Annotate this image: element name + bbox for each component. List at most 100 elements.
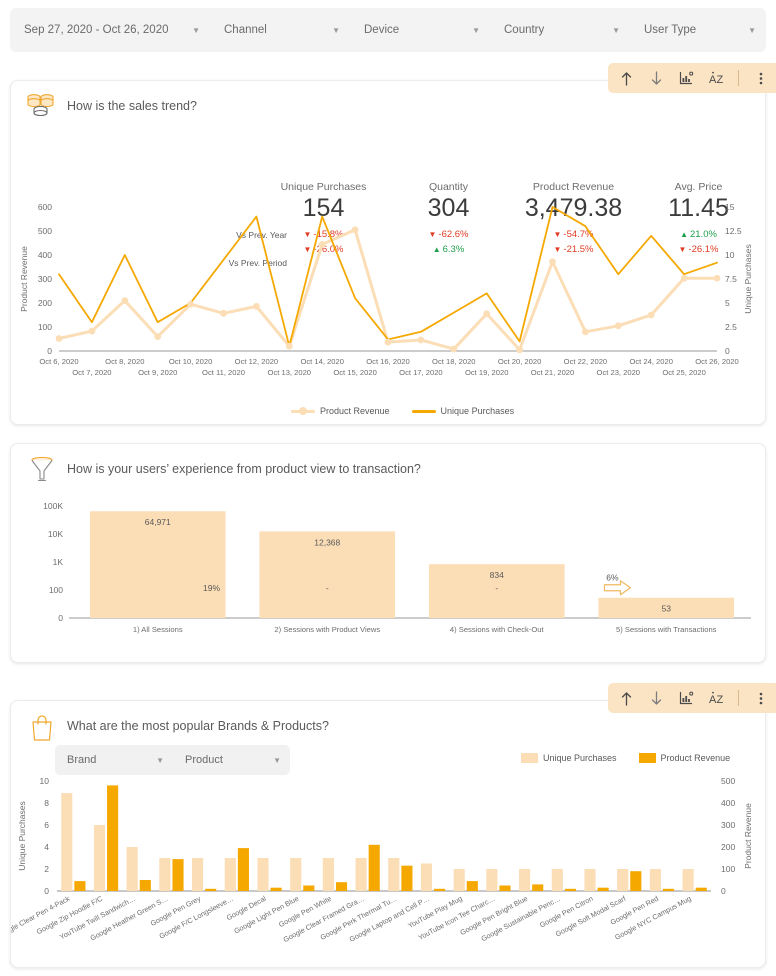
legend-color-swatch xyxy=(521,753,538,763)
svg-text:53: 53 xyxy=(662,604,672,614)
shopping-bag-icon xyxy=(25,711,59,743)
country-filter[interactable]: Country ▼ xyxy=(490,8,630,52)
chevron-down-icon: ▼ xyxy=(472,25,480,35)
more-options-icon[interactable] xyxy=(752,689,769,707)
chevron-down-icon: ▼ xyxy=(332,25,340,35)
sort-alphabetical-icon[interactable]: A Z xyxy=(708,689,725,707)
svg-text:Oct 10, 2020: Oct 10, 2020 xyxy=(169,357,212,366)
chevron-down-icon: ▼ xyxy=(156,755,164,765)
coins-icon xyxy=(25,91,59,123)
svg-text:5: 5 xyxy=(725,298,730,308)
kpi-label: Unique Purchases xyxy=(280,181,367,193)
svg-text:0: 0 xyxy=(721,886,726,896)
svg-text:0: 0 xyxy=(44,886,49,896)
svg-text:Oct 11, 2020: Oct 11, 2020 xyxy=(202,368,245,377)
chart-view-icon[interactable] xyxy=(678,69,695,87)
sort-ascending-icon[interactable] xyxy=(618,689,635,707)
svg-text:100K: 100K xyxy=(43,501,63,511)
svg-text:500: 500 xyxy=(721,776,735,786)
sales-card-title: How is the sales trend? xyxy=(67,99,197,113)
legend-unique-purchases[interactable]: Unique Purchases xyxy=(521,753,617,763)
dashboard-page: Sep 27, 2020 - Oct 26, 2020 ▼ Channel ▼ … xyxy=(0,0,776,976)
product-select[interactable]: Product ▼ xyxy=(173,745,290,775)
svg-text:19%: 19% xyxy=(203,583,220,593)
svg-text:500: 500 xyxy=(38,226,52,236)
svg-text:12.5: 12.5 xyxy=(725,226,742,236)
funnel-card-header: How is your users’ experience from produ… xyxy=(11,444,765,486)
sort-alphabetical-icon[interactable]: A Z xyxy=(708,69,725,87)
device-filter-label: Device xyxy=(364,24,400,36)
toolbar-divider xyxy=(738,690,739,706)
svg-text:834: 834 xyxy=(490,570,504,580)
global-filter-bar: Sep 27, 2020 - Oct 26, 2020 ▼ Channel ▼ … xyxy=(10,8,766,52)
svg-text:2) Sessions with Product Views: 2) Sessions with Product Views xyxy=(274,625,380,634)
sales-trend-line-chart: 0 100 200 300 400 500 600 0 2.5 5 7.5 10 12.5 15 Produ… xyxy=(19,202,753,377)
sort-descending-icon[interactable] xyxy=(648,69,665,87)
svg-text:600: 600 xyxy=(38,202,52,212)
sales-chart-legend: Product Revenue Unique Purchases xyxy=(291,406,514,416)
legend-label: Product Revenue xyxy=(320,406,390,416)
legend-unique-purchases[interactable]: Unique Purchases xyxy=(411,406,515,416)
chevron-down-icon: ▼ xyxy=(192,25,200,35)
product-dimension-selectors: Brand ▼ Product ▼ xyxy=(55,745,290,775)
svg-text:10: 10 xyxy=(40,776,50,786)
more-options-icon[interactable] xyxy=(752,69,769,87)
svg-text:Oct 17, 2020: Oct 17, 2020 xyxy=(399,368,442,377)
svg-text:400: 400 xyxy=(38,250,52,260)
sort-ascending-icon[interactable] xyxy=(618,69,635,87)
sales-trend-card: How is the sales trend? Vs Prev. Year Vs… xyxy=(10,80,766,425)
product-select-label: Product xyxy=(185,754,223,766)
svg-text:Oct 14, 2020: Oct 14, 2020 xyxy=(300,357,343,366)
svg-text:Oct 6, 2020: Oct 6, 2020 xyxy=(39,357,78,366)
kpi-label: Product Revenue xyxy=(532,181,615,193)
svg-text:200: 200 xyxy=(721,842,735,852)
svg-text:1K: 1K xyxy=(53,557,64,567)
svg-text:Oct 22, 2020: Oct 22, 2020 xyxy=(564,357,607,366)
products-card-toolbar: A Z xyxy=(608,683,776,713)
device-filter[interactable]: Device ▼ xyxy=(350,8,490,52)
svg-text:2.5: 2.5 xyxy=(725,322,737,332)
svg-text:Oct 12, 2020: Oct 12, 2020 xyxy=(235,357,278,366)
legend-label: Unique Purchases xyxy=(440,406,515,416)
svg-text:100: 100 xyxy=(721,864,735,874)
svg-text:12,368: 12,368 xyxy=(314,537,340,547)
chart-view-icon[interactable] xyxy=(678,689,695,707)
svg-text:4) Sessions with Check-Out: 4) Sessions with Check-Out xyxy=(450,625,545,634)
sort-descending-icon[interactable] xyxy=(648,689,665,707)
toolbar-divider xyxy=(738,70,739,86)
channel-filter-label: Channel xyxy=(224,24,267,36)
sales-card-toolbar: A Z xyxy=(608,63,776,93)
svg-text:64,971: 64,971 xyxy=(145,517,171,527)
svg-text:400: 400 xyxy=(721,798,735,808)
svg-text:6: 6 xyxy=(44,820,49,830)
funnel-card-title: How is your users’ experience from produ… xyxy=(67,462,421,476)
svg-text:15: 15 xyxy=(725,202,735,212)
svg-text:Oct 15, 2020: Oct 15, 2020 xyxy=(333,368,376,377)
svg-text:Oct 20, 2020: Oct 20, 2020 xyxy=(498,357,541,366)
svg-text:Z: Z xyxy=(716,694,723,706)
svg-text:100: 100 xyxy=(49,585,63,595)
channel-filter[interactable]: Channel ▼ xyxy=(210,8,350,52)
svg-text:2: 2 xyxy=(44,864,49,874)
legend-product-revenue[interactable]: Product Revenue xyxy=(291,406,390,416)
legend-label: Unique Purchases xyxy=(543,753,617,763)
svg-text:Oct 26, 2020: Oct 26, 2020 xyxy=(695,357,738,366)
svg-text:4: 4 xyxy=(44,842,49,852)
legend-product-revenue[interactable]: Product Revenue xyxy=(638,753,731,763)
svg-text:Unique Purchases: Unique Purchases xyxy=(17,801,27,870)
svg-text:0: 0 xyxy=(58,613,63,623)
svg-text:Oct 13, 2020: Oct 13, 2020 xyxy=(268,368,311,377)
svg-text:-: - xyxy=(326,583,329,593)
date-range-filter[interactable]: Sep 27, 2020 - Oct 26, 2020 ▼ xyxy=(10,8,210,52)
legend-label: Product Revenue xyxy=(660,753,731,763)
svg-text:Oct 18, 2020: Oct 18, 2020 xyxy=(432,357,475,366)
svg-text:8: 8 xyxy=(44,798,49,808)
svg-text:-: - xyxy=(495,583,498,593)
user-type-filter[interactable]: User Type ▼ xyxy=(630,8,766,52)
country-filter-label: Country xyxy=(504,24,545,36)
brand-select-label: Brand xyxy=(67,754,97,766)
svg-text:Oct 24, 2020: Oct 24, 2020 xyxy=(629,357,672,366)
brand-select[interactable]: Brand ▼ xyxy=(55,745,173,775)
svg-text:Oct 25, 2020: Oct 25, 2020 xyxy=(662,368,705,377)
products-card-title: What are the most popular Brands & Produ… xyxy=(67,719,329,733)
